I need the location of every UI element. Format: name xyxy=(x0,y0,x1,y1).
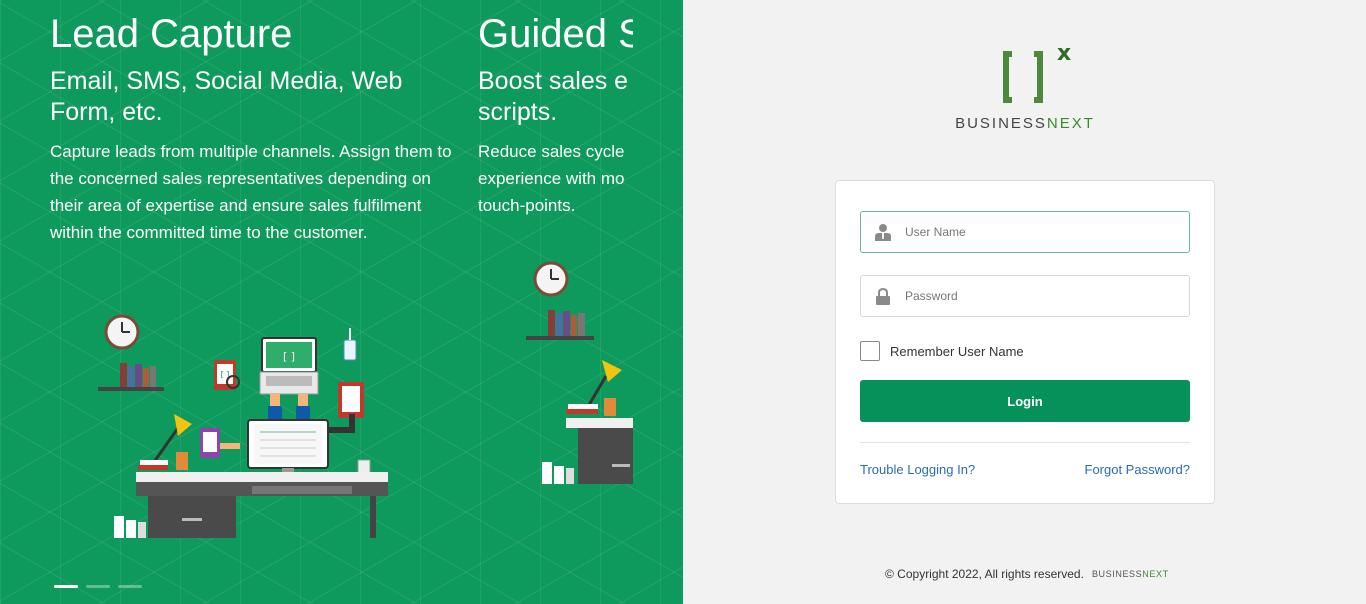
trouble-logging-in-link[interactable]: Trouble Logging In? xyxy=(860,462,975,477)
forgot-password-link[interactable]: Forgot Password? xyxy=(1085,462,1191,477)
password-input[interactable] xyxy=(905,289,1175,303)
footer: © Copyright 2022, All rights reserved. B… xyxy=(885,567,1169,581)
hands-typing-icon xyxy=(268,394,310,422)
password-field[interactable] xyxy=(860,275,1190,317)
slide-description-line: Reduce sales cycle xyxy=(478,142,625,161)
paper-bin-icon xyxy=(542,462,574,484)
device-icon xyxy=(343,328,357,361)
slide-subtitle: Boost sales e scripts. xyxy=(478,66,633,128)
tablet-icon xyxy=(338,382,364,418)
businessnext-logo-mark: x xyxy=(1003,41,1071,103)
slide-description-line: touch-points. xyxy=(478,196,576,215)
user-icon xyxy=(861,223,905,241)
slide-title: Lead Capture xyxy=(50,12,293,56)
clock-icon xyxy=(533,261,569,297)
carousel-dot-2[interactable] xyxy=(86,585,110,588)
coffee-cup-icon xyxy=(357,459,371,475)
login-card: Remember User Name Login Trouble Logging… xyxy=(835,180,1215,504)
wordmark-business: BUSINESS xyxy=(955,115,1047,132)
office-desk-illustration-2 xyxy=(526,261,633,484)
clock-icon xyxy=(104,314,140,350)
slide-subtitle: Email, SMS, Social Media, Web Form, etc. xyxy=(50,67,403,126)
wordmark-next: NEXT xyxy=(1046,115,1095,132)
login-button[interactable]: Login xyxy=(860,380,1190,422)
carousel-slide-lead-capture: Lead Capture Email, SMS, Social Media, W… xyxy=(50,12,460,246)
book-stack-icon xyxy=(566,404,598,414)
slide-title: Guided S xyxy=(478,12,633,56)
lock-icon xyxy=(861,287,905,305)
tablet-small-icon xyxy=(200,428,240,458)
pencil-cup-icon xyxy=(176,452,188,470)
slide-description: Reduce sales cycle experience with mo to… xyxy=(478,138,633,219)
laptop-icon: [ ] xyxy=(259,337,319,395)
remember-username-label: Remember User Name xyxy=(890,343,1024,359)
monitor-icon xyxy=(247,419,329,474)
book-stack-icon xyxy=(138,460,168,470)
brand-wordmark: BUSINESSNEXT xyxy=(954,115,1096,132)
footer-brand-wordmark: BUSINESSNEXT xyxy=(1092,569,1169,579)
svg-text:x: x xyxy=(1057,41,1071,66)
username-field[interactable] xyxy=(860,211,1190,253)
bookshelf-icon xyxy=(98,363,164,391)
slide-subtitle-line: Boost sales e xyxy=(478,67,629,95)
brand-logo: x BUSINESSNEXT xyxy=(954,40,1096,132)
footer-wordmark-next: NEXT xyxy=(1142,569,1169,579)
slide-subtitle-line: scripts. xyxy=(478,98,558,126)
pencil-cup-icon xyxy=(604,398,616,416)
carousel-pagination xyxy=(54,585,142,588)
paper-bin-icon xyxy=(114,516,146,538)
carousel-dot-1[interactable] xyxy=(54,585,78,588)
copyright-text: © Copyright 2022, All rights reserved. xyxy=(885,567,1084,581)
desk-icon xyxy=(566,418,633,484)
phone-icon: [ ] xyxy=(214,360,240,390)
bookshelf-icon xyxy=(526,310,594,340)
divider xyxy=(860,442,1190,443)
remember-username-checkbox[interactable] xyxy=(860,341,880,361)
slide-description: Capture leads from multiple channels. As… xyxy=(50,142,452,242)
slide-description-line: experience with mo xyxy=(478,169,625,188)
desk-icon xyxy=(136,472,388,538)
feature-carousel: Lead Capture Email, SMS, Social Media, W… xyxy=(0,0,683,604)
svg-text:[ ]: [ ] xyxy=(283,350,295,363)
carousel-dot-3[interactable] xyxy=(118,585,142,588)
office-desk-illustration: [ ] [ ] xyxy=(98,314,388,538)
remember-username: Remember User Name xyxy=(860,341,1024,361)
footer-wordmark-business: BUSINESS xyxy=(1091,569,1143,579)
username-input[interactable] xyxy=(905,225,1175,239)
